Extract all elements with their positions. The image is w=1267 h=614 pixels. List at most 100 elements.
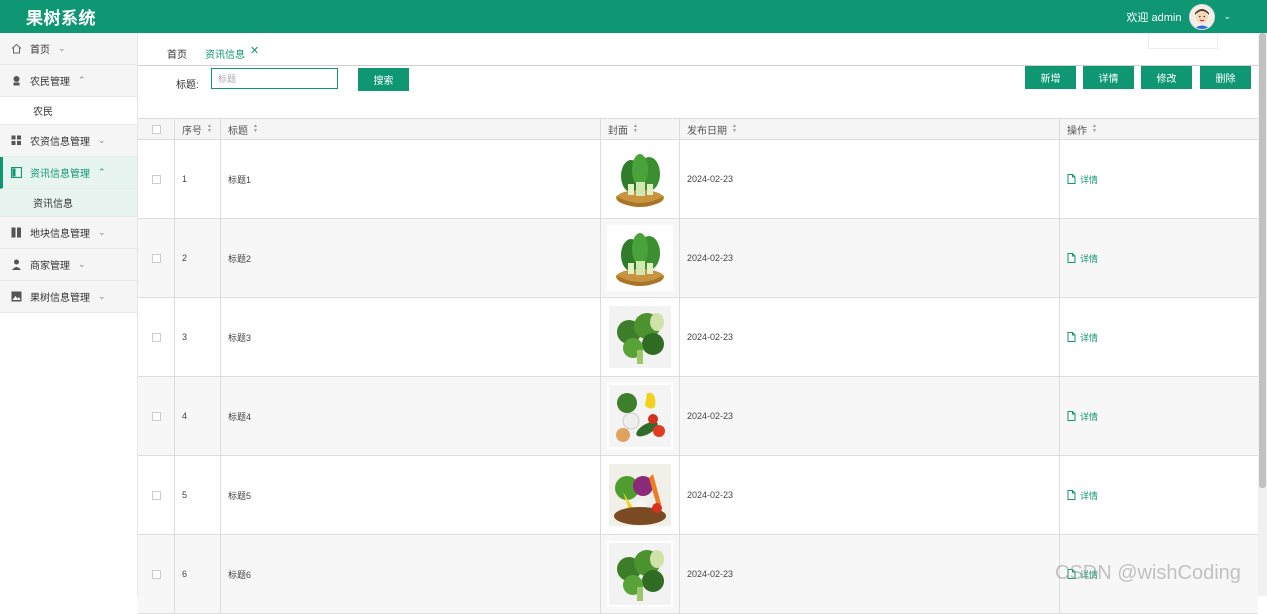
- row-detail-link[interactable]: 详情: [1067, 489, 1098, 502]
- tab-bar: 首页 资讯信息 ✕: [138, 33, 1258, 66]
- sidebar-item-label: 商家管理: [30, 261, 70, 272]
- row-cover-cell: [601, 298, 680, 376]
- sidebar-item-agri-supplies[interactable]: 农资信息管理 ⌄: [0, 125, 137, 157]
- row-checkbox-cell: [138, 298, 175, 376]
- search-button[interactable]: 搜索: [358, 68, 409, 91]
- add-button[interactable]: 新增: [1025, 66, 1076, 89]
- row-date: 2024-02-23: [680, 298, 1060, 376]
- sidebar-item-label: 果树信息管理: [30, 293, 90, 304]
- chevron-down-icon: ⌄: [98, 291, 106, 301]
- row-detail-link[interactable]: 详情: [1067, 410, 1098, 423]
- image-icon: [11, 291, 22, 302]
- row-cover-cell: [601, 456, 680, 534]
- sidebar-subitem-farmer[interactable]: 农民: [0, 97, 137, 125]
- row-checkbox[interactable]: [151, 569, 161, 579]
- row-checkbox-cell: [138, 140, 175, 218]
- table-header-row: 序号 ▲ ▼ 标题 ▲ ▼ 封面 ▲ ▼ 发布日期 ▲ ▼ 操作 ▲ ▼: [138, 118, 1258, 140]
- sidebar-item-label: 地块信息管理: [30, 229, 90, 240]
- row-actions-cell: 详情: [1060, 377, 1258, 455]
- row-title: 标题4: [221, 377, 601, 455]
- delete-button[interactable]: 删除: [1200, 66, 1251, 89]
- avatar[interactable]: [1189, 3, 1216, 30]
- row-checkbox-cell: [138, 377, 175, 455]
- chevron-up-icon: ⌃: [78, 75, 86, 85]
- row-checkbox[interactable]: [151, 490, 161, 500]
- row-title: 标题1: [221, 140, 601, 218]
- cover-image: [607, 225, 673, 291]
- scrollbar-thumb[interactable]: [1259, 33, 1266, 488]
- row-date: 2024-02-23: [680, 140, 1060, 218]
- row-checkbox[interactable]: [151, 253, 161, 263]
- user-area[interactable]: 欢迎 admin ⌄: [1126, 3, 1231, 30]
- row-cover-cell: [601, 140, 680, 218]
- row-index: 1: [175, 140, 221, 218]
- sidebar-item-news-management[interactable]: 资讯信息管理 ⌃: [0, 157, 137, 189]
- search-input[interactable]: [211, 68, 338, 89]
- detail-button[interactable]: 详情: [1083, 66, 1134, 89]
- row-checkbox[interactable]: [151, 411, 161, 421]
- row-actions-cell: 详情: [1060, 140, 1258, 218]
- sidebar-subitem-news[interactable]: 资讯信息: [0, 189, 137, 217]
- sort-icon: ▲ ▼: [207, 123, 212, 134]
- edit-button[interactable]: 修改: [1141, 66, 1192, 89]
- row-title: 标题3: [221, 298, 601, 376]
- row-date: 2024-02-23: [680, 219, 1060, 297]
- row-index: 2: [175, 219, 221, 297]
- row-detail-label: 详情: [1080, 253, 1099, 264]
- cover-image: [607, 541, 673, 607]
- row-date: 2024-02-23: [680, 535, 1060, 613]
- tab-home[interactable]: 首页: [167, 46, 187, 61]
- sidebar-item-plot-info[interactable]: 地块信息管理 ⌄: [0, 217, 137, 249]
- close-icon[interactable]: ✕: [250, 44, 259, 57]
- header-title[interactable]: 标题 ▲ ▼: [221, 119, 601, 139]
- chevron-down-icon[interactable]: ⌄: [1223, 11, 1231, 22]
- sidebar-item-merchant-management[interactable]: 商家管理 ⌄: [0, 249, 137, 281]
- search-label: 标题:: [176, 80, 199, 91]
- table-row[interactable]: 3 标题3 2024-02-23 详情: [138, 298, 1258, 377]
- news-table: 序号 ▲ ▼ 标题 ▲ ▼ 封面 ▲ ▼ 发布日期 ▲ ▼ 操作 ▲ ▼ 1 标题1 2024-02-2…: [138, 118, 1258, 614]
- row-detail-link[interactable]: 详情: [1067, 331, 1098, 344]
- row-detail-link[interactable]: 详情: [1067, 173, 1098, 186]
- avatar-face-icon: [1190, 4, 1215, 29]
- row-title: 标题5: [221, 456, 601, 534]
- header-cover[interactable]: 封面 ▲ ▼: [601, 119, 680, 139]
- chevron-down-icon: ⌄: [98, 135, 106, 145]
- sidebar-item-farmer-management[interactable]: 农民管理 ⌃: [0, 65, 137, 97]
- chevron-down-icon: ⌄: [98, 227, 106, 237]
- chevron-up-icon: ⌃: [98, 167, 106, 177]
- sort-icon: ▲ ▼: [732, 123, 737, 134]
- select-all-checkbox[interactable]: [151, 124, 161, 134]
- row-checkbox-cell: [138, 535, 175, 613]
- sidebar-item-label: 首页: [30, 45, 50, 56]
- table-row[interactable]: 2 标题2 2024-02-23 详情: [138, 219, 1258, 298]
- table-row[interactable]: 5 标题5 2024-02-23 详情: [138, 456, 1258, 535]
- header-date[interactable]: 发布日期 ▲ ▼: [680, 119, 1060, 139]
- table-row[interactable]: 4 标题4 2024-02-23 详情: [138, 377, 1258, 456]
- table-row[interactable]: 1 标题1 2024-02-23 详情: [138, 140, 1258, 219]
- document-icon: [1067, 332, 1076, 342]
- row-detail-link[interactable]: 详情: [1067, 252, 1098, 265]
- row-checkbox[interactable]: [151, 332, 161, 342]
- row-title: 标题6: [221, 535, 601, 613]
- row-index: 5: [175, 456, 221, 534]
- row-checkbox[interactable]: [151, 174, 161, 184]
- columns-icon: [11, 227, 22, 238]
- cover-image: [607, 146, 673, 212]
- chevron-down-icon: ⌄: [78, 259, 86, 269]
- header-actions[interactable]: 操作 ▲ ▼: [1060, 119, 1258, 139]
- row-index: 6: [175, 535, 221, 613]
- header-index[interactable]: 序号 ▲ ▼: [175, 119, 221, 139]
- row-actions-cell: 详情: [1060, 456, 1258, 534]
- row-actions-cell: 详情: [1060, 298, 1258, 376]
- row-cover-cell: [601, 535, 680, 613]
- top-header: 果树系统 欢迎 admin ⌄: [0, 0, 1267, 33]
- main-content: 首页 资讯信息 ✕ 标题: 搜索 新增 详情 修改 删除 序号▲▼ 标题▲▼ 封…: [138, 33, 1258, 614]
- sidebar-item-fruit-tree-info[interactable]: 果树信息管理 ⌄: [0, 281, 137, 313]
- tab-news[interactable]: 资讯信息: [205, 46, 245, 61]
- vertical-scrollbar[interactable]: [1258, 33, 1267, 596]
- sidebar-item-home[interactable]: 首页 ⌄: [0, 33, 137, 65]
- cover-image: [607, 462, 673, 528]
- sort-icon: ▲ ▼: [1092, 123, 1097, 134]
- document-icon: [1067, 411, 1076, 421]
- row-cover-cell: [601, 377, 680, 455]
